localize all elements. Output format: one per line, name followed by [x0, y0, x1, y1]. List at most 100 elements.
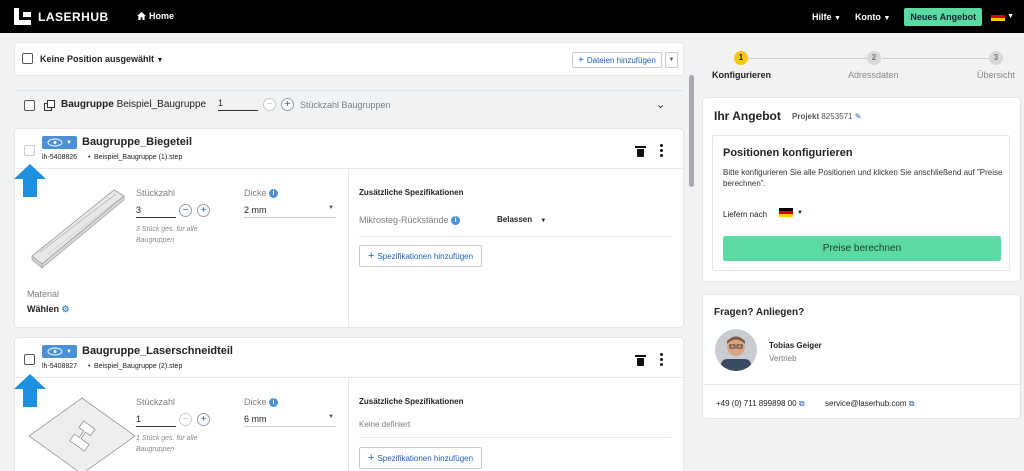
avatar — [715, 329, 757, 371]
copy-icon[interactable]: ⧉ — [909, 399, 915, 408]
assembly-icon — [44, 100, 55, 111]
contact-email[interactable]: service@laserhub.com ⧉ — [825, 399, 914, 409]
add-spec-label: Spezifikationen hinzufügen — [377, 453, 474, 463]
thickness-select[interactable]: 6 mm ▼ — [244, 414, 336, 427]
thickness-label-wrap: Dicke i — [244, 188, 279, 199]
delete-icon[interactable] — [635, 355, 646, 366]
part-preview-image[interactable] — [27, 396, 137, 471]
contact-phone[interactable]: +49 (0) 711 899898 00 ⧉ — [716, 399, 805, 409]
step-1-label[interactable]: Konfigurieren — [712, 70, 771, 80]
view-3d-toggle[interactable]: ▼ — [42, 345, 77, 358]
thickness-select[interactable]: 2 mm ▼ — [244, 205, 336, 218]
info-icon[interactable]: i — [269, 189, 279, 199]
add-files-dropdown[interactable]: ▼ — [665, 52, 678, 68]
3d-view-icon — [47, 138, 63, 147]
quantity-label: Stückzahl — [136, 188, 176, 198]
contact-role: Vertrieb — [769, 354, 797, 363]
contact-title: Fragen? Anliegen? — [714, 307, 805, 318]
delivery-country-select[interactable]: ▼ — [779, 208, 803, 217]
configure-text: Bitte konfigurieren Sie alle Positionen … — [723, 168, 1003, 188]
chevron-down-icon: ▼ — [540, 218, 547, 224]
chevron-down-icon: ▼ — [66, 139, 72, 146]
info-icon[interactable]: i — [269, 398, 279, 408]
step-3-label[interactable]: Übersicht — [977, 70, 1015, 80]
add-spec-button[interactable]: + Spezifikationen hinzufügen — [359, 447, 483, 469]
increment-button[interactable]: + — [197, 204, 210, 217]
increment-button[interactable]: + — [281, 98, 294, 111]
3d-view-icon — [47, 347, 63, 356]
position-card: ▼ Baugruppe_Biegeteil lh-5408826 • Beisp… — [15, 129, 683, 327]
scrollbar-thumb[interactable] — [689, 75, 694, 187]
position-checkbox[interactable] — [24, 354, 35, 365]
top-navigation: LASERHUB Home Hilfe ▼ Konto ▼ Neues Ange… — [0, 0, 1024, 33]
decrement-button[interactable]: − — [179, 204, 192, 217]
configure-title: Positionen konfigurieren — [723, 147, 853, 159]
add-files-button[interactable]: + Dateien hinzufügen — [572, 52, 662, 68]
material-select[interactable]: Wählen ⚙ — [27, 304, 70, 315]
assembly-quantity-label: Stückzahl Baugruppen — [300, 100, 391, 110]
contact-name: Tobias Geiger — [769, 341, 822, 350]
spec-row-label-wrap: Mikrosteg-Rückstände i — [359, 215, 461, 226]
position-file: Beispiel_Baugruppe (1).step — [94, 154, 183, 161]
assembly-checkbox[interactable] — [24, 100, 35, 111]
quantity-label: Stückzahl — [136, 397, 176, 407]
laserhub-logo[interactable]: LASERHUB — [14, 8, 109, 25]
add-spec-label: Spezifikationen hinzufügen — [377, 251, 474, 261]
step-2-indicator[interactable]: 2 — [867, 51, 881, 65]
more-options-icon[interactable] — [660, 353, 663, 368]
info-icon[interactable]: i — [451, 216, 461, 226]
step-2-label[interactable]: Adressdaten — [848, 70, 899, 80]
chevron-down-icon: ▼ — [797, 209, 803, 216]
microjoint-value: Belassen — [497, 215, 533, 224]
project-number: 8253571 — [821, 112, 853, 121]
chevron-down-icon: ▼ — [66, 348, 72, 355]
phone-text: +49 (0) 711 899898 00 — [716, 399, 797, 408]
checkout-stepper: 1 2 3 Konfigurieren Adressdaten Übersich… — [704, 50, 1020, 90]
language-selector[interactable]: ▼ — [991, 12, 1014, 21]
home-link[interactable]: Home — [137, 11, 174, 21]
decrement-button[interactable]: − — [179, 413, 192, 426]
calculate-prices-button[interactable]: Preise berechnen — [723, 236, 1001, 261]
edit-pencil-icon[interactable]: ✎ — [855, 112, 862, 121]
assembly-row: Baugruppe Beispiel_Baugruppe 1 − + Stück… — [15, 90, 683, 118]
configure-box: Positionen konfigurieren Bitte konfiguri… — [712, 135, 1010, 271]
quantity-input[interactable]: 3 — [136, 205, 176, 218]
position-checkbox[interactable] — [24, 145, 35, 156]
collapse-chevron-icon[interactable]: ⌄ — [656, 98, 665, 111]
help-menu[interactable]: Hilfe ▼ — [812, 12, 841, 22]
step-1-indicator[interactable]: 1 — [734, 51, 748, 65]
microjoint-select[interactable]: Belassen ▼ — [497, 215, 546, 224]
assembly-label: Baugruppe — [61, 99, 114, 110]
view-3d-toggle[interactable]: ▼ — [42, 136, 77, 149]
spec-title: Zusätzliche Spezifikationen — [359, 188, 464, 197]
selection-dropdown[interactable]: Keine Position ausgewählt ▼ — [40, 54, 163, 64]
logo-text: LASERHUB — [38, 9, 109, 24]
assembly-quantity-input[interactable]: 1 — [218, 98, 258, 111]
part-preview-image[interactable] — [28, 186, 128, 271]
decrement-button[interactable]: − — [263, 98, 276, 111]
chevron-down-icon: ▼ — [328, 414, 334, 420]
step-3-indicator[interactable]: 3 — [989, 51, 1003, 65]
thickness-label: Dicke — [244, 397, 267, 407]
microjoint-label: Mikrosteg-Rückstände — [359, 215, 449, 225]
selection-label: Keine Position ausgewählt — [40, 54, 155, 64]
copy-icon[interactable]: ⧉ — [799, 399, 805, 408]
email-text: service@laserhub.com — [825, 399, 907, 408]
quantity-input[interactable]: 1 — [136, 414, 176, 427]
more-options-icon[interactable] — [660, 144, 663, 159]
offer-title: Ihr Angebot — [714, 109, 781, 123]
delete-icon[interactable] — [635, 146, 646, 157]
increment-button[interactable]: + — [197, 413, 210, 426]
plus-icon: + — [578, 54, 584, 66]
spec-none-text: Keine definiert — [359, 420, 411, 429]
new-offer-button[interactable]: Neues Angebot — [904, 7, 983, 26]
select-all-checkbox[interactable] — [22, 53, 33, 64]
account-menu[interactable]: Konto ▼ — [855, 12, 890, 22]
add-spec-button[interactable]: + Spezifikationen hinzufügen — [359, 245, 483, 267]
chevron-down-icon: ▼ — [883, 14, 891, 22]
position-file: Beispiel_Baugruppe (2).step — [94, 363, 183, 370]
project-label: Projekt — [792, 112, 820, 121]
german-flag-icon — [991, 12, 1006, 21]
deliver-label: Liefern nach — [723, 210, 768, 219]
spec-title: Zusätzliche Spezifikationen — [359, 397, 464, 406]
